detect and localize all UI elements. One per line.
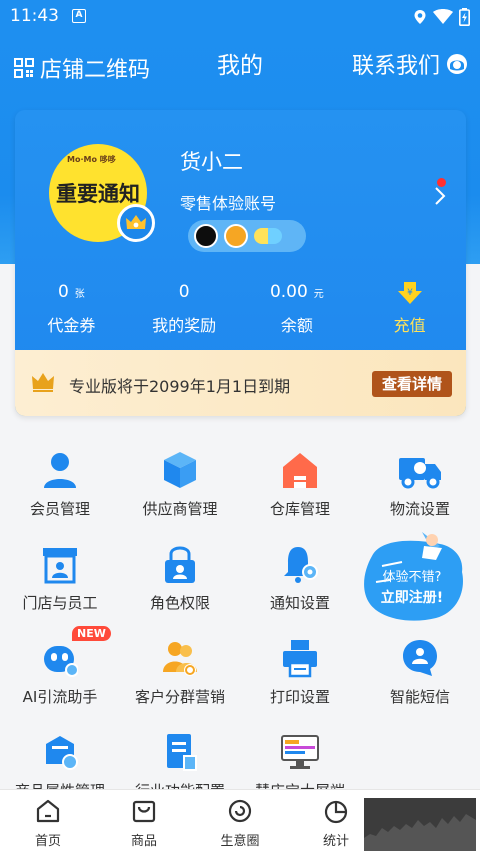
vip-banner: 专业版将于2099年1月1日到期 查看详情 xyxy=(15,350,466,416)
menu-label: 门店与员工 xyxy=(22,594,98,612)
recharge-label: 充值 xyxy=(393,316,426,335)
industry-config-icon xyxy=(167,734,197,771)
home-icon xyxy=(36,799,60,823)
menu-item-warehouse[interactable]: 仓库管理 xyxy=(240,446,360,526)
menu-label: 供应商管理 xyxy=(142,500,218,518)
big-screen-icon xyxy=(281,735,319,769)
tab-business-circle[interactable]: 生意圈 xyxy=(200,798,280,849)
svg-text:¥: ¥ xyxy=(407,288,413,298)
customer-service-icon xyxy=(447,54,467,74)
user-name: 货小二 xyxy=(180,150,243,174)
menu-label: 打印设置 xyxy=(269,688,330,706)
member-icon xyxy=(44,453,76,488)
stat-balance[interactable]: 0.00 元 余额 xyxy=(241,282,354,342)
role-lock-icon xyxy=(165,546,195,583)
qr-code-icon xyxy=(14,58,34,78)
location-icon xyxy=(414,10,426,24)
bag-icon xyxy=(132,800,156,823)
menu-label: 角色权限 xyxy=(149,594,210,612)
crown-icon xyxy=(126,215,146,229)
stat-vouchers[interactable]: 0张 代金券 xyxy=(15,282,128,342)
wifi-icon xyxy=(433,9,453,24)
floating-thumbnail[interactable] xyxy=(364,798,476,851)
customer-group-icon xyxy=(163,642,197,676)
status-icons xyxy=(413,8,470,26)
tab-label: 统计 xyxy=(322,834,349,849)
page-title: 我的 xyxy=(217,53,263,79)
warehouse-icon xyxy=(283,453,317,488)
promo-line-1: 体验不错? xyxy=(382,570,442,585)
status-bar: 11:43 A xyxy=(0,0,480,34)
badge-wechat-icon xyxy=(194,224,218,248)
status-time: 11:43 xyxy=(10,6,59,26)
menu-label: 物流设置 xyxy=(389,500,450,518)
contact-us-button[interactable]: 联系我们 xyxy=(352,48,468,80)
thumbnail-waveform xyxy=(364,814,476,851)
stat-unit: 元 xyxy=(313,289,324,300)
notification-icon: A xyxy=(72,9,86,23)
menu-item-supplier[interactable]: 供应商管理 xyxy=(120,446,240,526)
menu-label: 客户分群营销 xyxy=(134,688,225,706)
menu-label: 仓库管理 xyxy=(269,500,330,518)
stat-value: 0 xyxy=(178,282,190,302)
vip-expiry-text: 专业版将于2099年1月1日到期 xyxy=(69,377,291,396)
stat-value: 0.00 xyxy=(269,282,308,302)
logistics-truck-icon xyxy=(399,458,441,489)
printer-icon xyxy=(283,640,317,678)
stat-rewards[interactable]: 0 我的奖励 xyxy=(128,282,241,342)
pie-icon xyxy=(324,800,348,824)
tab-home[interactable]: 首页 xyxy=(8,798,88,849)
tab-label: 生意圈 xyxy=(220,834,260,849)
stat-unit: 张 xyxy=(74,289,85,300)
tab-label: 商品 xyxy=(130,834,157,849)
profile-card[interactable]: Mo·Mo 哆哆 重要通知 货小二 零售体验账号 0张 代金券 0 我的奖励 0… xyxy=(15,110,466,416)
store-qr-label: 店铺二维码 xyxy=(40,58,151,83)
stats-row: 0张 代金券 0 我的奖励 0.00 元 余额 ¥ 充值 xyxy=(15,282,466,342)
menu-item-member[interactable]: 会员管理 xyxy=(0,446,120,526)
top-nav: 店铺二维码 我的 联系我们 xyxy=(0,44,480,83)
battery-icon xyxy=(459,8,470,26)
stat-label: 代金券 xyxy=(47,316,96,335)
recharge-button[interactable]: ¥ 充值 xyxy=(353,282,466,342)
chevron-right-icon[interactable] xyxy=(434,186,446,206)
menu-item-store[interactable]: 门店与员工 xyxy=(0,540,120,620)
new-badge: NEW xyxy=(72,626,111,641)
product-attr-icon xyxy=(46,736,78,770)
vip-crown-icon xyxy=(32,373,54,392)
store-icon xyxy=(43,548,77,584)
menu-item-logistics[interactable]: 物流设置 xyxy=(360,446,480,526)
contact-us-label: 联系我们 xyxy=(351,54,440,79)
recharge-coin-icon: ¥ xyxy=(397,282,422,304)
menu-item-notification[interactable]: 通知设置 xyxy=(240,540,360,620)
tab-label: 首页 xyxy=(34,834,61,849)
sms-icon xyxy=(403,640,437,676)
circle-icon xyxy=(228,799,252,823)
menu-label: 智能短信 xyxy=(389,688,450,706)
stat-label: 我的奖励 xyxy=(152,316,217,335)
menu-label: 通知设置 xyxy=(269,594,330,612)
account-type: 零售体验账号 xyxy=(180,194,277,213)
vip-crown-badge xyxy=(117,204,155,242)
menu-item-print[interactable]: 打印设置 xyxy=(240,634,360,714)
tab-products[interactable]: 商品 xyxy=(104,798,184,849)
badge-gift-icon xyxy=(224,224,248,248)
menu-item-sms[interactable]: 智能短信 xyxy=(360,634,480,714)
view-details-button[interactable]: 查看详情 xyxy=(372,371,452,397)
register-promo-banner[interactable]: 体验不错? 立即注册! xyxy=(362,526,466,622)
menu-item-customer-group[interactable]: 客户分群营销 xyxy=(120,634,240,714)
bell-gear-icon xyxy=(284,547,318,583)
avatar-brand: Mo·Mo 哆哆 xyxy=(67,155,116,164)
menu-label: 会员管理 xyxy=(29,500,90,518)
stat-label: 余额 xyxy=(280,316,313,335)
feature-badges[interactable] xyxy=(188,220,306,252)
store-qr-button[interactable]: 店铺二维码 xyxy=(14,52,150,84)
badge-cloud-icon xyxy=(254,228,282,244)
menu-item-ai[interactable]: NEW AI引流助手 xyxy=(0,626,120,714)
supplier-box-icon xyxy=(164,452,196,488)
menu-item-role[interactable]: 角色权限 xyxy=(120,540,240,620)
promo-line-2: 立即注册! xyxy=(380,590,444,606)
stat-value: 0 xyxy=(57,282,69,302)
ai-robot-icon xyxy=(44,646,78,677)
menu-label: AI引流助手 xyxy=(22,688,98,706)
